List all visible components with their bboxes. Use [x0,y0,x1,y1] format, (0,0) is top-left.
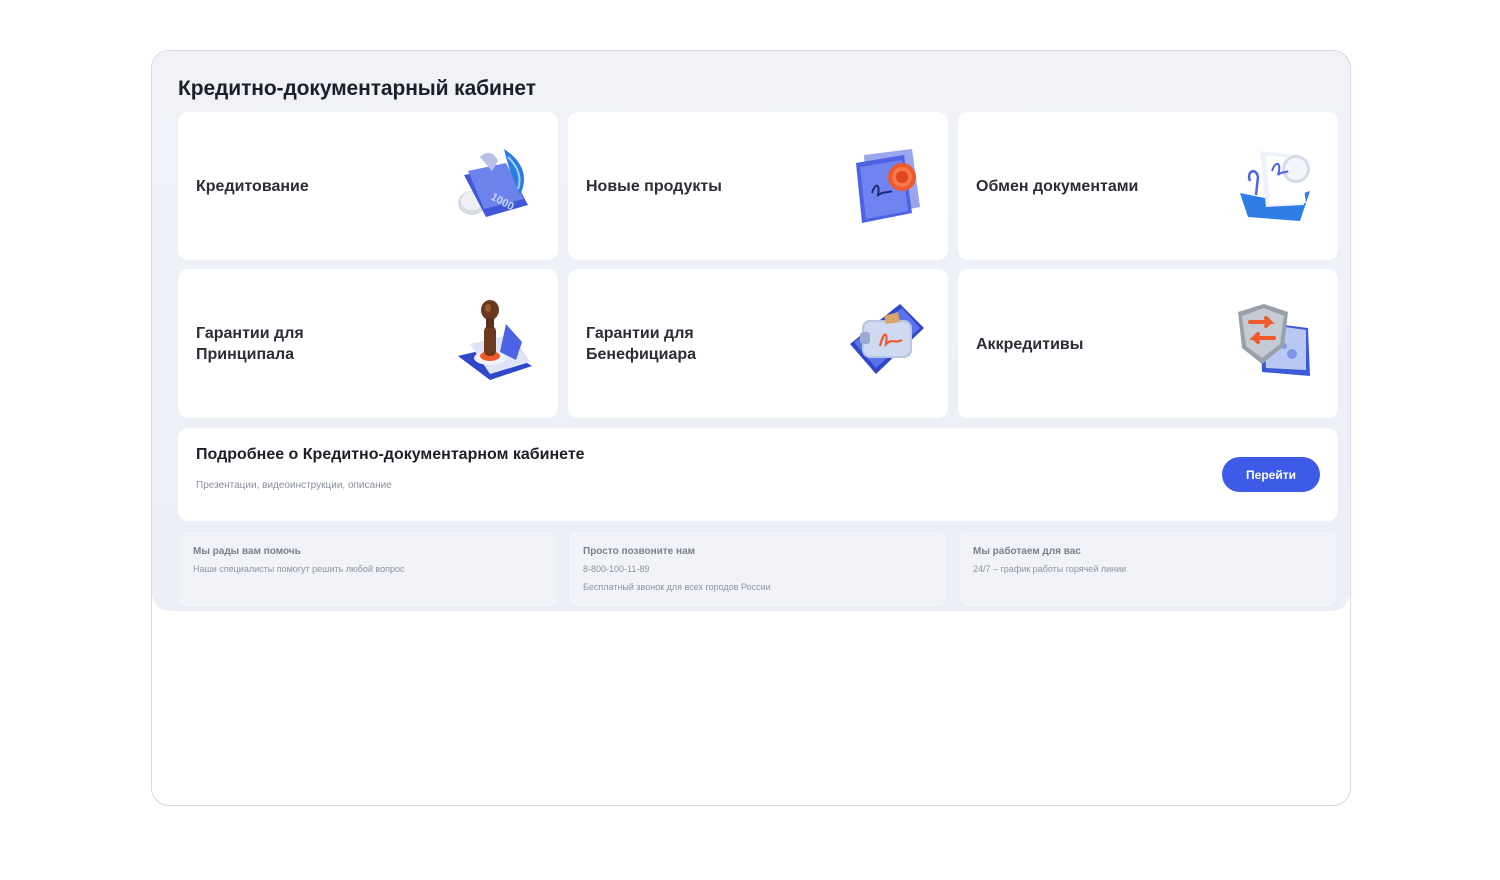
tile-letters-of-credit[interactable]: Аккредитивы [958,269,1338,418]
help-title: Мы работаем для вас [973,546,1081,557]
page-title: Кредитно-документарный кабинет [178,77,536,100]
tile-principal-guarantees[interactable]: Гарантии для Принципала [178,269,558,418]
shield-exchange-icon [1238,304,1310,376]
tile-label: Гарантии для Принципала [196,325,304,363]
tile-label: Обмен документами [976,178,1139,195]
info-title: Подробнее о Кредитно-документарном кабин… [196,446,585,463]
credit-money-icon: 1000 [458,149,528,217]
help-title: Просто позвоните нам [583,546,696,557]
tile-beneficiary-guarantees[interactable]: Гарантии для Бенефициара [568,269,948,418]
cabinet-panel: Кредитно-документарный кабинет Кредитова… [152,51,1350,611]
help-text: 24/7 – график работы горячей линии [973,564,1127,574]
tile-label: Кредитование [196,178,309,195]
wallet-signature-icon [850,304,924,374]
tile-label: Новые продукты [586,178,722,195]
help-text: Бесплатный звонок для всех городов Росси… [583,582,771,592]
help-title: Мы рады вам помочь [193,546,301,557]
tile-credit[interactable]: Кредитование 1000 [178,112,558,260]
info-subtitle: Презентации, видеоинструкции, описание [196,480,392,491]
help-card: Просто позвоните нам 8-800-100-11-89 Бес… [568,530,948,608]
stamp-icon [458,300,532,380]
window-frame: Кредитно-документарный кабинет Кредитова… [151,50,1351,806]
new-products-document-icon [856,149,920,223]
help-card: Мы работаем для вас 24/7 – график работы… [958,530,1338,608]
go-button[interactable]: Перейти [1222,457,1320,492]
info-card: Подробнее о Кредитно-документарном кабин… [178,428,1338,521]
tile-label: Аккредитивы [976,336,1084,353]
tile-new-products[interactable]: Новые продукты [568,112,948,260]
help-card: Мы рады вам помочь Наши специалисты помо… [178,530,558,608]
help-text: Наши специалисты помогут решить любой во… [193,564,405,574]
tile-label: Гарантии для Бенефициара [586,325,697,363]
tile-document-exchange[interactable]: Обмен документами [958,112,1338,260]
help-phone[interactable]: 8-800-100-11-89 [583,564,649,574]
document-exchange-icon [1240,151,1310,221]
